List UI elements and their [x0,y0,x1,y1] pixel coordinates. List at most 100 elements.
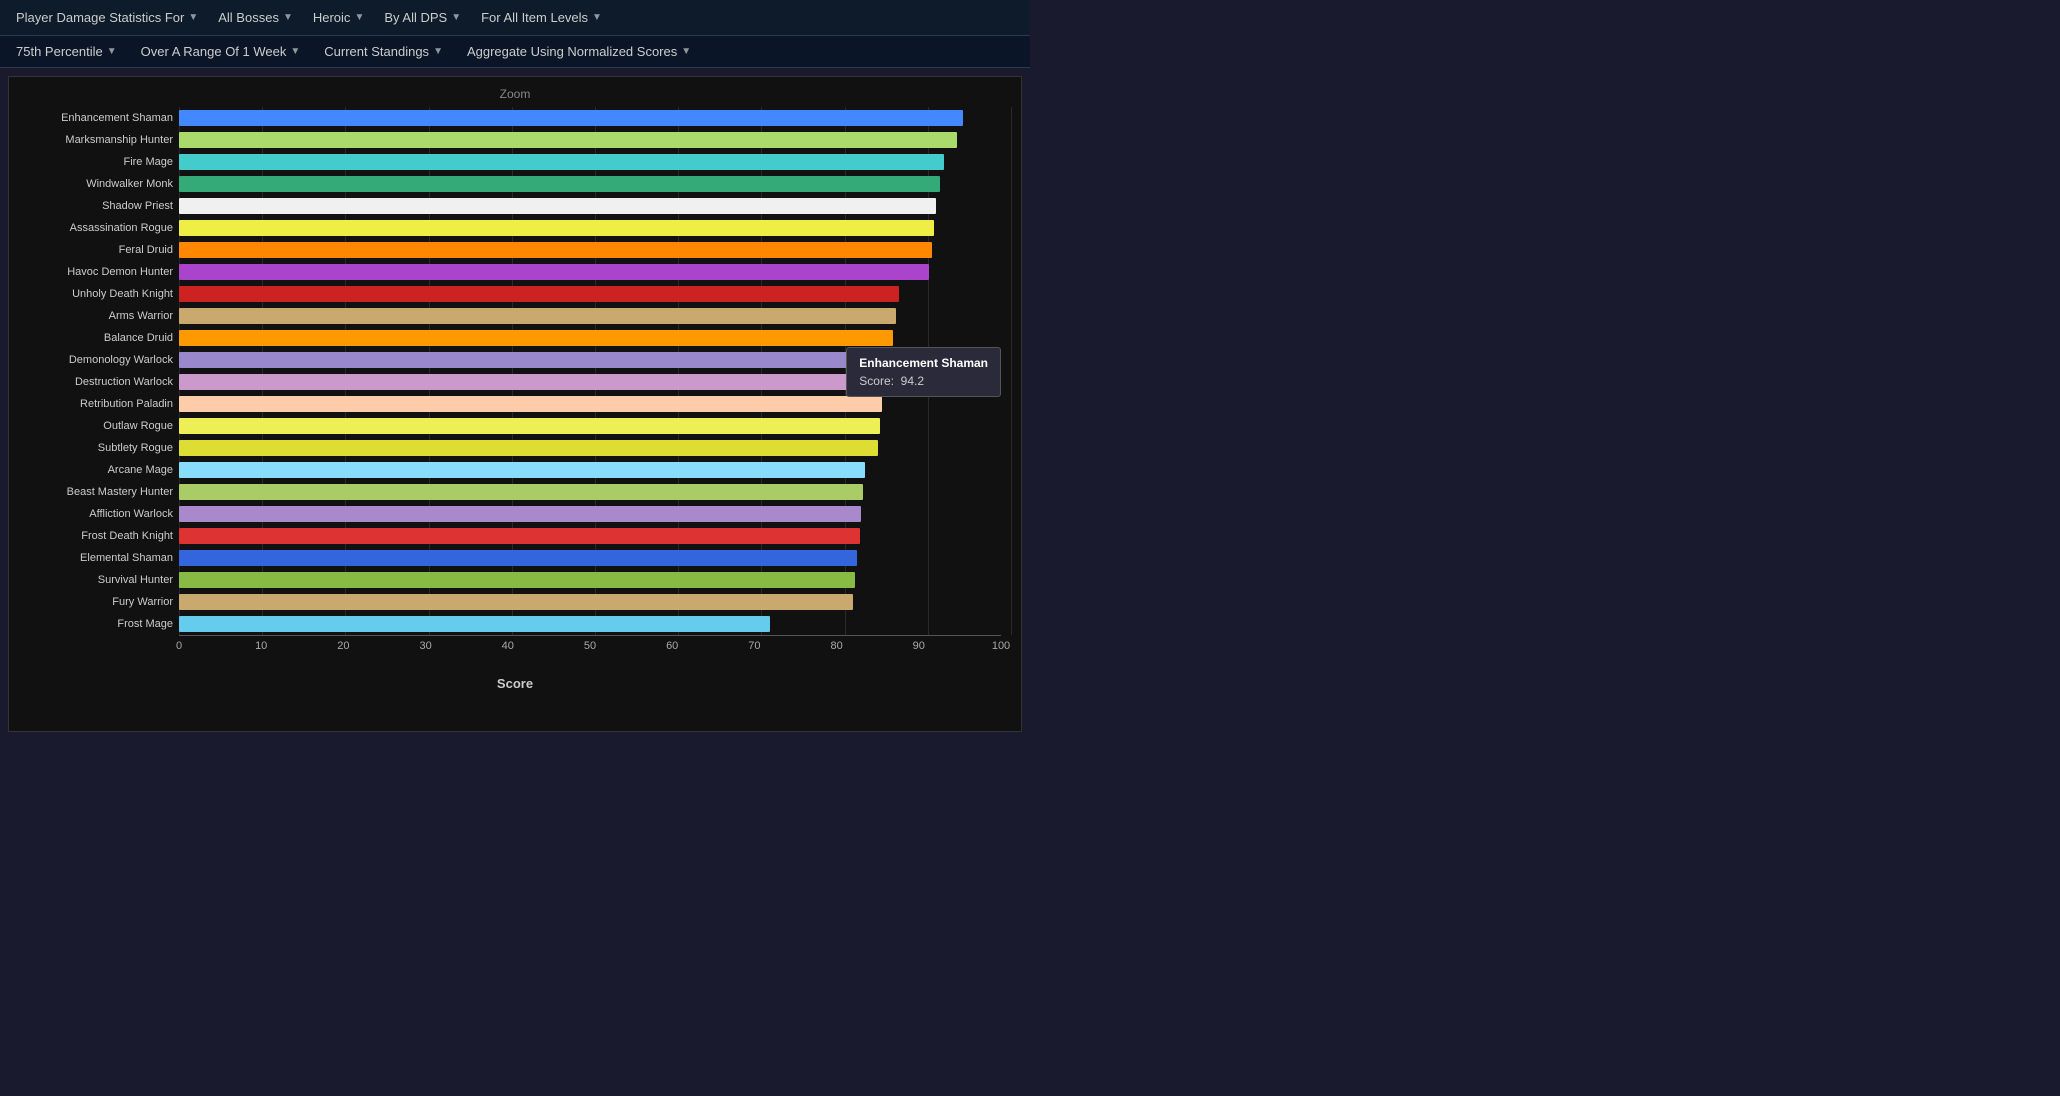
bar-12 [179,374,885,390]
nav2-label-standings: Current Standings [324,44,429,59]
grid-line-100 [1011,107,1012,635]
zoom-label: Zoom [19,87,1011,101]
bar-row-4[interactable] [179,195,1011,217]
bar-22 [179,594,853,610]
bars-area [179,107,1011,635]
bar-row-10[interactable] [179,327,1011,349]
x-axis-line [179,635,1001,636]
bar-7 [179,264,929,280]
y-label-21: Survival Hunter [19,569,179,591]
y-label-20: Elemental Shaman [19,547,179,569]
bar-row-0[interactable] [179,107,1011,129]
bar-2 [179,154,944,170]
nav1-arrow-stat-type: ▼ [188,12,198,23]
chart-area: Zoom Enhancement ShamanMarksmanship Hunt… [8,76,1022,732]
y-label-11: Demonology Warlock [19,349,179,371]
chart-inner: Enhancement ShamanMarksmanship HunterFir… [19,107,1011,635]
bar-row-6[interactable] [179,239,1011,261]
bar-18 [179,506,861,522]
nav2-percentile[interactable]: 75th Percentile ▼ [12,42,121,61]
bar-row-8[interactable] [179,283,1011,305]
nav2-standings[interactable]: Current Standings▼ [320,42,447,61]
nav2-label-time-range: Over A Range Of 1 Week [141,44,287,59]
bar-row-17[interactable] [179,481,1011,503]
y-label-16: Arcane Mage [19,459,179,481]
bar-17 [179,484,863,500]
y-label-8: Unholy Death Knight [19,283,179,305]
bar-4 [179,198,936,214]
bar-row-1[interactable] [179,129,1011,151]
nav2-arrow-percentile: ▼ [107,46,117,57]
x-tick-90: 90 [913,640,925,652]
primary-nav: Player Damage Statistics For▼All Bosses▼… [0,0,1030,36]
x-tick-0: 0 [176,640,182,652]
nav2-label-aggregate: Aggregate Using Normalized Scores [467,44,677,59]
bar-row-15[interactable] [179,437,1011,459]
bar-row-14[interactable] [179,415,1011,437]
y-label-15: Subtlety Rogue [19,437,179,459]
nav1-label-item-levels: For All Item Levels [481,10,588,25]
nav1-stat-type[interactable]: Player Damage Statistics For▼ [12,8,202,27]
y-label-17: Beast Mastery Hunter [19,481,179,503]
x-tick-100: 100 [992,640,1010,652]
bar-row-3[interactable] [179,173,1011,195]
bar-row-9[interactable] [179,305,1011,327]
bar-row-2[interactable] [179,151,1011,173]
bar-row-23[interactable] [179,613,1011,635]
y-label-19: Frost Death Knight [19,525,179,547]
bar-20 [179,550,857,566]
bar-1 [179,132,957,148]
nav1-label-dps-filter: By All DPS [384,10,447,25]
bar-row-19[interactable] [179,525,1011,547]
bar-row-13[interactable] [179,393,1011,415]
bar-row-22[interactable] [179,591,1011,613]
nav1-label-boss-filter: All Bosses [218,10,279,25]
y-label-12: Destruction Warlock [19,371,179,393]
y-labels: Enhancement ShamanMarksmanship HunterFir… [19,107,179,635]
nav1-dps-filter[interactable]: By All DPS ▼ [380,8,465,27]
bar-13 [179,396,882,412]
x-tick-50: 50 [584,640,596,652]
x-tick-10: 10 [255,640,267,652]
y-label-9: Arms Warrior [19,305,179,327]
bar-9 [179,308,896,324]
x-tick-30: 30 [419,640,431,652]
bar-15 [179,440,878,456]
y-label-4: Shadow Priest [19,195,179,217]
nav1-arrow-difficulty: ▼ [354,12,364,23]
x-axis: 0102030405060708090100 [179,640,1001,660]
bar-row-12[interactable] [179,371,1011,393]
bar-row-11[interactable] [179,349,1011,371]
bar-row-18[interactable] [179,503,1011,525]
bar-5 [179,220,934,236]
bar-row-16[interactable] [179,459,1011,481]
bar-10 [179,330,893,346]
nav2-time-range[interactable]: Over A Range Of 1 Week▼ [137,42,305,61]
x-tick-60: 60 [666,640,678,652]
y-label-2: Fire Mage [19,151,179,173]
nav2-aggregate[interactable]: Aggregate Using Normalized Scores ▼ [463,42,695,61]
nav1-difficulty[interactable]: Heroic▼ [309,8,368,27]
y-label-0: Enhancement Shaman [19,107,179,129]
bar-row-21[interactable] [179,569,1011,591]
bar-8 [179,286,899,302]
bar-23 [179,616,770,632]
bar-14 [179,418,880,434]
nav2-arrow-aggregate: ▼ [681,46,691,57]
bar-row-5[interactable] [179,217,1011,239]
nav1-item-levels[interactable]: For All Item Levels▼ [477,8,606,27]
y-label-23: Frost Mage [19,613,179,635]
bar-row-20[interactable] [179,547,1011,569]
y-label-6: Feral Druid [19,239,179,261]
nav1-boss-filter[interactable]: All Bosses▼ [214,8,297,27]
bar-0 [179,110,963,126]
y-label-10: Balance Druid [19,327,179,349]
y-label-13: Retribution Paladin [19,393,179,415]
y-label-7: Havoc Demon Hunter [19,261,179,283]
nav1-arrow-dps-filter: ▼ [451,12,461,23]
nav2-label-percentile: 75th Percentile [16,44,103,59]
x-tick-80: 80 [830,640,842,652]
x-tick-40: 40 [502,640,514,652]
bar-6 [179,242,932,258]
bar-row-7[interactable] [179,261,1011,283]
